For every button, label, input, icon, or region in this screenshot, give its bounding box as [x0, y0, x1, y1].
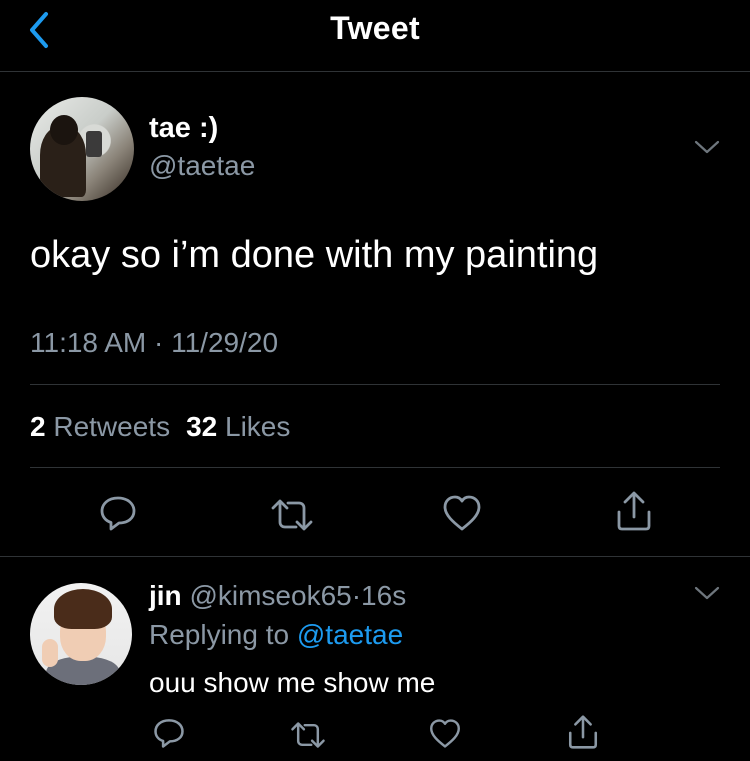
heart-icon [443, 495, 481, 531]
chevron-down-icon [694, 140, 720, 154]
reply-more-options-button[interactable] [692, 583, 722, 603]
reply-reply-button[interactable] [152, 717, 186, 749]
replying-to: Replying to @taetae [149, 619, 403, 651]
author-name[interactable]: tae :) [149, 112, 218, 145]
header-bar: Tweet [0, 0, 750, 72]
avatar[interactable] [30, 97, 134, 201]
tweet-timestamp[interactable]: 11:18 AM · 11/29/20 [30, 327, 278, 359]
reply-author-handle[interactable]: @kimseok65 [189, 580, 351, 611]
likes-label: Likes [225, 411, 291, 442]
likes-stat[interactable]: 32 Likes [186, 411, 290, 442]
chevron-down-icon [694, 586, 720, 600]
divider [0, 556, 750, 557]
share-icon [617, 491, 651, 531]
reply-avatar[interactable] [30, 583, 132, 685]
separator-dot: · [351, 580, 362, 611]
page-title: Tweet [330, 10, 420, 46]
more-options-button[interactable] [692, 137, 722, 157]
retweets-label: Retweets [53, 411, 171, 442]
tweet-text: okay so i’m done with my painting [30, 234, 599, 276]
divider [30, 384, 720, 385]
reply-share-button[interactable] [566, 714, 600, 750]
tweet-stats: 2 Retweets 32 Likes [30, 411, 290, 443]
reply-icon [100, 496, 136, 531]
reply-author-name[interactable]: jin [149, 580, 182, 611]
retweets-count: 2 [30, 411, 46, 442]
divider [30, 467, 720, 468]
likes-count: 32 [186, 411, 218, 442]
replying-prefix: Replying to [149, 619, 290, 650]
like-button[interactable] [441, 494, 483, 532]
reply-like-button[interactable] [428, 718, 462, 749]
retweet-icon [291, 722, 325, 748]
share-icon [568, 715, 598, 749]
reply-text: ouu show me show me [149, 667, 436, 698]
reply-icon [154, 719, 184, 748]
replying-to-mention[interactable]: @taetae [297, 619, 403, 650]
reply-retweet-button[interactable] [290, 721, 326, 749]
reply-time: 16s [361, 580, 407, 611]
author-handle[interactable]: @taetae [149, 150, 255, 182]
retweets-stat[interactable]: 2 Retweets [30, 411, 170, 442]
reply-button[interactable] [98, 494, 138, 532]
share-button[interactable] [614, 490, 654, 532]
retweet-icon [271, 499, 313, 531]
retweet-button[interactable] [270, 498, 314, 532]
heart-icon [430, 719, 460, 748]
reply-header: jin @kimseok65·16s [149, 580, 406, 612]
